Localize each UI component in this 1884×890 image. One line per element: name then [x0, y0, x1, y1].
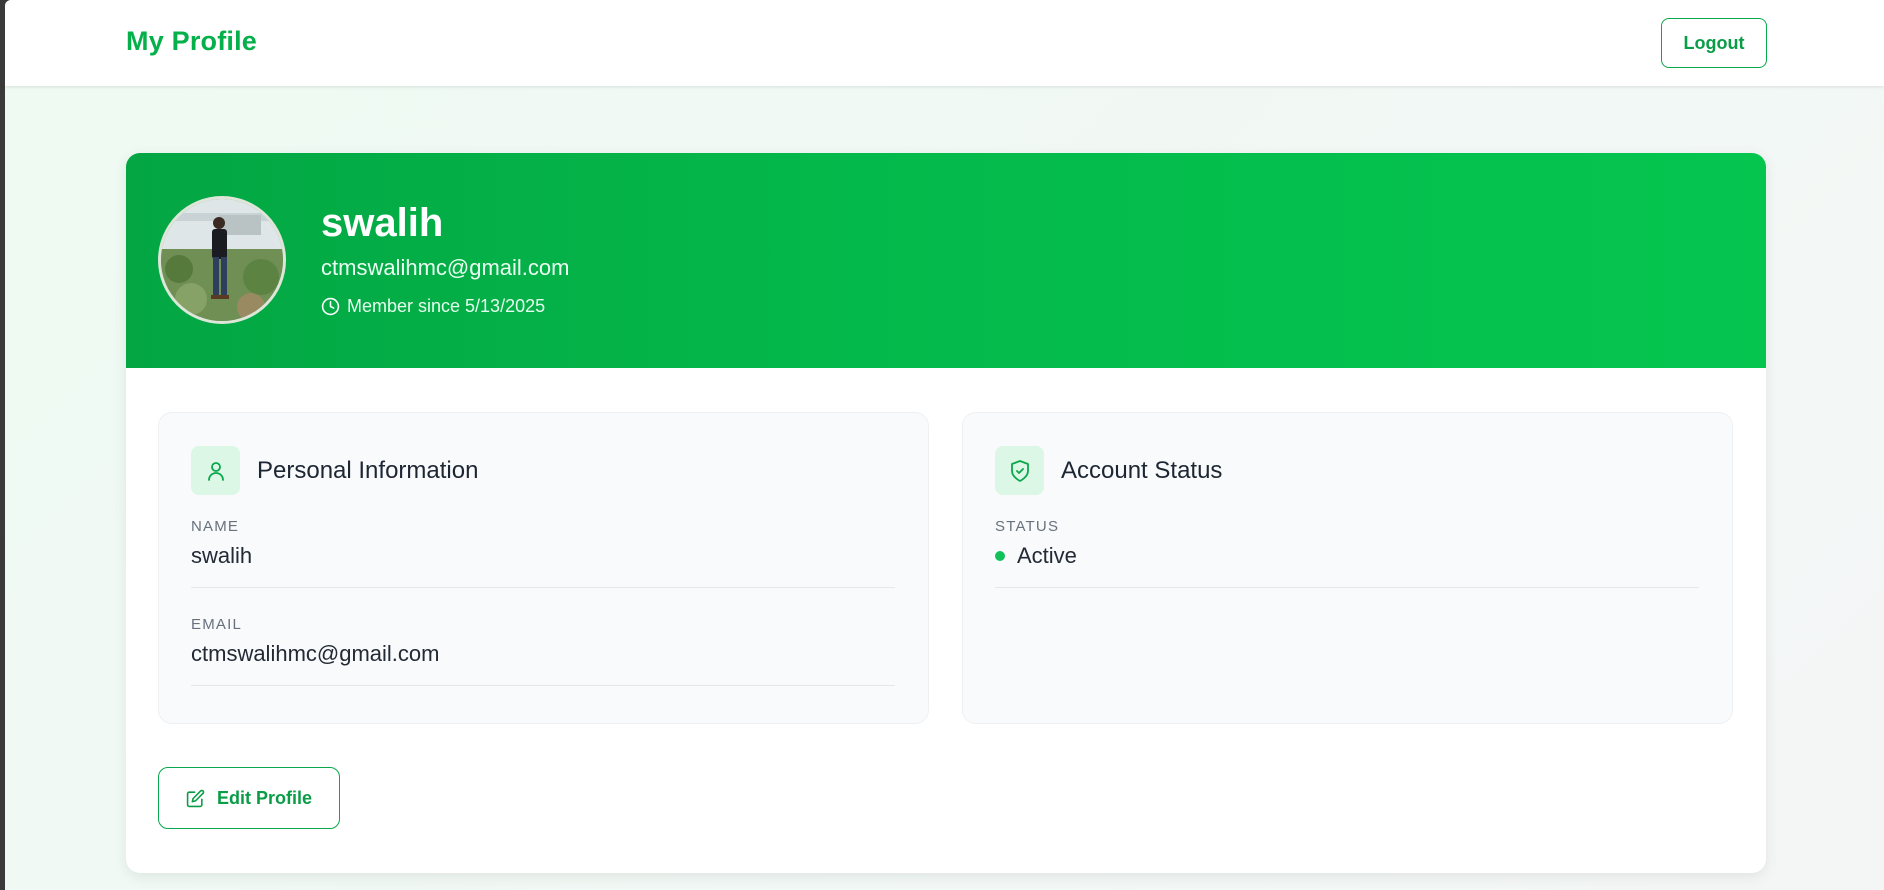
member-since-text: Member since 5/13/2025 [347, 296, 546, 316]
personal-information-panel: Personal Information NAME swalih EMAIL c… [158, 412, 929, 724]
profile-email: ctmswalihmc@gmail.com [321, 255, 570, 280]
account-status-title: Account Status [1061, 456, 1223, 484]
status-value: Active [1017, 543, 1077, 568]
avatar [158, 196, 286, 324]
edit-profile-button[interactable]: Edit Profile [158, 767, 340, 829]
personal-information-title: Personal Information [257, 456, 479, 484]
account-status-header: Account Status [995, 446, 1222, 495]
edit-icon [186, 789, 205, 807]
avatar-photo [161, 199, 283, 321]
profile-hero-banner: swalih ctmswalihmc@gmail.com Member sinc… [126, 153, 1766, 368]
status-value-row: Active [995, 543, 1699, 587]
status-label: STATUS [995, 518, 1060, 535]
top-navbar: My Profile Logout [5, 0, 1884, 86]
account-status-panel: Account Status STATUS Active [962, 412, 1733, 724]
user-icon [207, 461, 224, 481]
app-window: My Profile Logout swalih ctmswalihmc@gma… [5, 0, 1884, 890]
page-title: My Profile [126, 26, 258, 56]
personal-info-icon-badge [191, 446, 240, 495]
account-status-icon-badge [995, 446, 1044, 495]
email-value: ctmswalihmc@gmail.com [191, 641, 440, 666]
edit-profile-label: Edit Profile [216, 787, 312, 808]
email-field: EMAIL ctmswalihmc@gmail.com [191, 616, 895, 686]
profile-card: swalih ctmswalihmc@gmail.com Member sinc… [126, 153, 1766, 873]
name-label: NAME [191, 518, 240, 535]
member-since: Member since 5/13/2025 [321, 296, 545, 317]
name-value: swalih [191, 543, 253, 568]
logout-button[interactable]: Logout [1661, 18, 1767, 68]
clock-icon [321, 297, 340, 316]
shield-check-icon [1010, 459, 1029, 482]
profile-name: swalih [321, 201, 444, 245]
status-active-dot [995, 551, 1005, 561]
status-field: STATUS Active [995, 518, 1699, 588]
email-label: EMAIL [191, 616, 243, 633]
personal-information-header: Personal Information [191, 446, 478, 495]
name-field: NAME swalih [191, 518, 895, 588]
